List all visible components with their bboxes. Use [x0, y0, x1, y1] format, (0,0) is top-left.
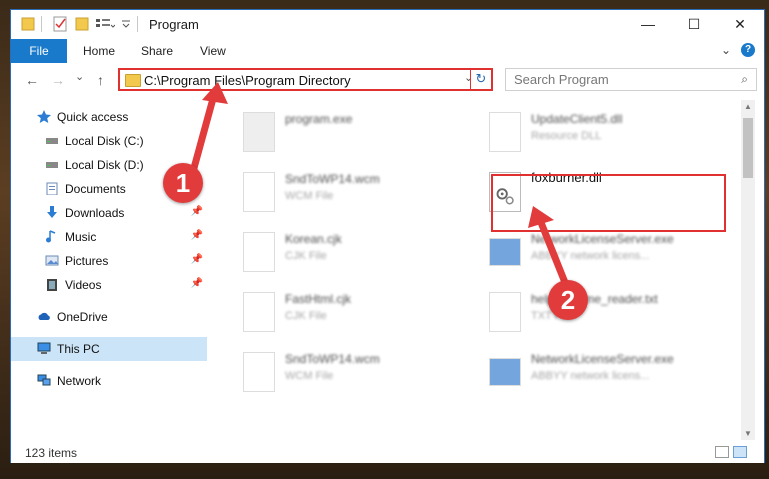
callout-2: 2	[548, 280, 588, 320]
callout-1: 1	[163, 163, 203, 203]
annotation-arrows	[190, 82, 570, 289]
